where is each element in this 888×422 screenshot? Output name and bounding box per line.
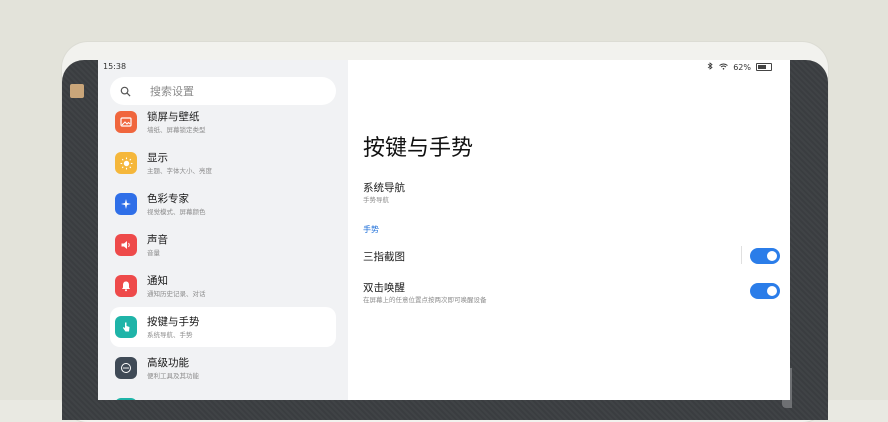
sidebar-item-subtitle: 便利工具及其功能 [147,371,199,380]
bell-icon [115,275,137,297]
bluetooth-icon [707,62,714,72]
three-finger-screenshot-toggle[interactable] [750,248,780,264]
sidebar-item-subtitle: 视觉模式、屏幕颜色 [147,207,206,216]
divider [741,246,742,264]
sidebar-item-title: 色彩专家 [147,192,189,205]
page-title: 按键与手势 [363,136,474,161]
speaker-icon [115,234,137,256]
search-placeholder: 搜索设置 [150,85,194,98]
system-nav-title[interactable]: 系统导航 [363,180,405,195]
sidebar-item-title: 通知 [147,274,168,287]
sidebar-item-lockscreen-wallpaper[interactable]: 锁屏与壁纸 墙纸、屏幕锁定类型 [110,102,336,142]
settings-sidebar: 15:38 搜索设置 锁屏与壁纸 墙纸、屏幕锁定类型 显示 主题、字体大小、亮度 [98,60,348,400]
sidebar-item-next[interactable] [110,389,336,400]
hand-icon [115,316,137,338]
system-nav-subtitle: 手势导航 [363,196,389,204]
sidebar-item-title: 声音 [147,233,168,246]
double-tap-wake-subtitle: 在屏幕上的任意位置点按两次即可唤醒设备 [363,296,487,304]
search-icon [120,86,140,97]
gestures-section-label: 手势 [363,225,379,234]
sidebar-item-color-expert[interactable]: 色彩专家 视觉模式、屏幕颜色 [110,184,336,224]
battery-text: 62% [733,62,751,72]
screen: 15:38 搜索设置 锁屏与壁纸 墙纸、屏幕锁定类型 显示 主题、字体大小、亮度 [98,60,790,400]
three-finger-screenshot-title: 三指截图 [363,251,405,263]
sidebar-item-sound[interactable]: 声音 音量 [110,225,336,265]
sparkle-icon [115,193,137,215]
sidebar-item-notifications[interactable]: 通知 通知历史记录、对话 [110,266,336,306]
sidebar-item-subtitle: 主题、字体大小、亮度 [147,166,212,175]
image-icon [115,111,137,133]
sidebar-item-subtitle: 通知历史记录、对话 [147,289,206,298]
sidebar-item-display[interactable]: 显示 主题、字体大小、亮度 [110,143,336,183]
sidebar-item-title: 显示 [147,151,168,164]
sidebar-item-subtitle: 音量 [147,248,160,257]
dots-icon [115,357,137,379]
search-input[interactable]: 搜索设置 [110,77,336,105]
case-tab [70,84,84,98]
sidebar-item-advanced[interactable]: 高级功能 便利工具及其功能 [110,348,336,388]
double-tap-wake-toggle[interactable] [750,283,780,299]
double-tap-wake-title: 双击唤醒 [363,282,405,294]
sidebar-item-title: 按键与手势 [147,315,200,328]
status-bar-right: 62% [707,62,772,72]
settings-content: 62% 按键与手势 系统导航 手势导航 手势 三指截图 双击唤醒 在屏幕上的任意… [348,60,790,400]
wifi-icon [719,63,728,72]
status-time: 15:38 [103,62,127,71]
sidebar-item-title: 高级功能 [147,356,189,369]
sidebar-item-title: 锁屏与壁纸 [147,110,200,123]
sun-icon [115,152,137,174]
sidebar-item-keys-gestures[interactable]: 按键与手势 系统导航、手势 [110,307,336,347]
sidebar-item-subtitle: 系统导航、手势 [147,330,193,339]
sidebar-item-subtitle: 墙纸、屏幕锁定类型 [147,125,206,134]
battery-icon [756,63,772,71]
